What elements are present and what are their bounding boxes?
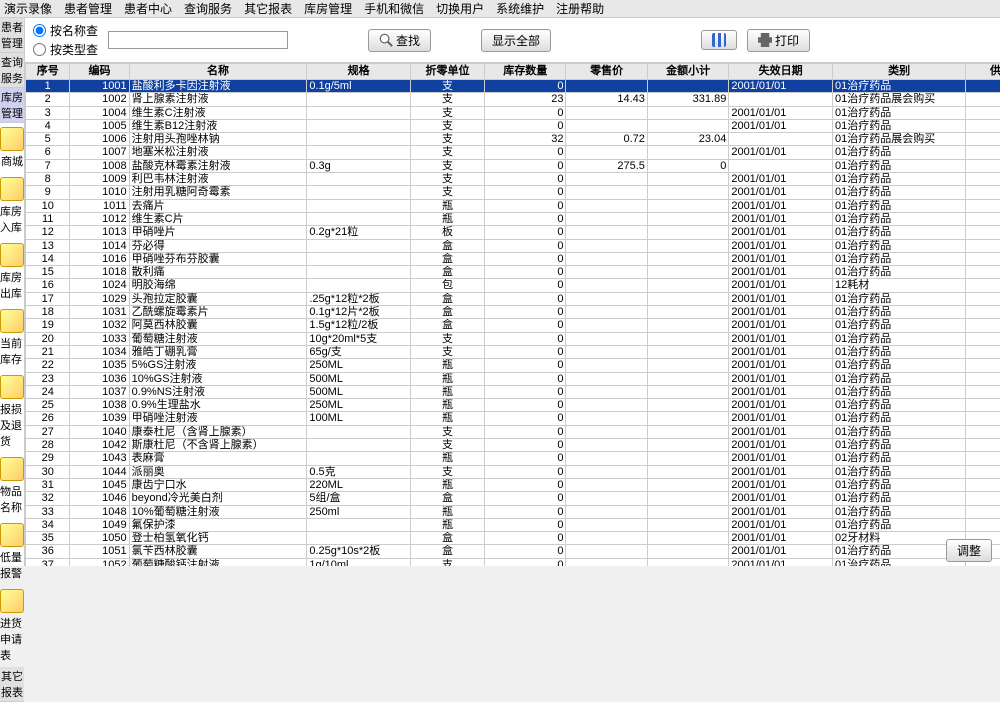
sidegroups: 患者管理查询服务库房管理 bbox=[0, 18, 24, 123]
table-row[interactable]: 151018散利痛盒02001/01/0101治疗药品1018散利痛盒 bbox=[26, 266, 1000, 279]
search-button[interactable]: 查找 bbox=[368, 29, 431, 52]
sidebar-item[interactable]: 进货申请表 bbox=[0, 585, 24, 667]
sidegroup[interactable]: 库房管理 bbox=[0, 88, 24, 123]
table-row[interactable]: 2210355%GS注射液250ML瓶02001/01/0101治疗药品1035… bbox=[26, 359, 1000, 372]
table-row[interactable]: 191032阿莫西林胶囊1.5g*12粒/2板盒02001/01/0101治疗药… bbox=[26, 319, 1000, 332]
table-row[interactable]: 121013甲硝唑片0.2g*21粒板02001/01/0101治疗药品1013… bbox=[26, 226, 1000, 239]
top-menu: 演示录像患者管理患者中心查询服务其它报表库房管理手机和微信切换用户系统维护注册帮… bbox=[0, 0, 1000, 18]
print-button[interactable]: 打印 bbox=[747, 29, 810, 52]
filter-bar: 按名称查 按类型查 查找 显示全部 打印 bbox=[25, 18, 1000, 63]
table-row[interactable]: 91010注射用乳糖阿奇霉素支02001/01/0101治疗药品1010注射用乳… bbox=[26, 186, 1000, 199]
sidebar-item[interactable]: 物品名称 bbox=[0, 453, 24, 519]
menu-item[interactable]: 系统维护 bbox=[496, 0, 544, 17]
table-row[interactable]: 71008盐酸克林霉素注射液0.3g支0275.5001治疗药品1008盐酸克林… bbox=[26, 159, 1000, 172]
table-row[interactable]: 81009利巴韦林注射液支02001/01/0101治疗药品1009利巴韦林注射… bbox=[26, 173, 1000, 186]
col-header[interactable]: 类别 bbox=[832, 64, 965, 80]
table-row[interactable]: 21002肾上腺素注射液支2314.43331.8901治疗药品展会购买1002… bbox=[26, 93, 1000, 106]
sidebar-icon bbox=[0, 375, 24, 399]
table-row[interactable]: 371052葡萄糖酸钙注射液1g/10ml支02001/01/0101治疗药品1… bbox=[26, 558, 1000, 566]
table-row[interactable]: 321046beyond冷光美白剂5组/盒盒02001/01/0101治疗药品1… bbox=[26, 492, 1000, 505]
sidebuttons: 商城库房入库库房出库当前库存报损及退货物品名称低量报警进货申请表 bbox=[0, 123, 24, 667]
table-row[interactable]: 211034雅皓丁硼乳膏65g/支支02001/01/0101治疗药品1034雅… bbox=[26, 345, 1000, 358]
col-header[interactable]: 规格 bbox=[307, 64, 411, 80]
wave-button[interactable] bbox=[701, 30, 737, 50]
sidegroups-bottom: 其它报表 bbox=[0, 667, 24, 702]
table-row[interactable]: 181031乙酰螺旋霉素片0.1g*12片*2板盒02001/01/0101治疗… bbox=[26, 306, 1000, 319]
sidebar-item[interactable]: 当前库存 bbox=[0, 305, 24, 371]
sidebar-item[interactable]: 报损及退货 bbox=[0, 371, 24, 453]
sidebar-icon bbox=[0, 457, 24, 481]
sidebar-icon bbox=[0, 177, 24, 201]
table-row[interactable]: 271040康泰杜尼（含肾上腺素）支02001/01/0101治疗药品1040康… bbox=[26, 425, 1000, 438]
col-header[interactable]: 名称 bbox=[129, 64, 307, 80]
menu-item[interactable]: 切换用户 bbox=[436, 0, 484, 17]
menu-item[interactable]: 患者中心 bbox=[124, 0, 172, 17]
sidegroup[interactable]: 患者管理 bbox=[0, 18, 24, 53]
show-all-button[interactable]: 显示全部 bbox=[481, 29, 551, 52]
table-row[interactable]: 2410370.9%NS注射液500ML瓶02001/01/0101治疗药品10… bbox=[26, 385, 1000, 398]
sidebar-item[interactable]: 库房出库 bbox=[0, 239, 24, 305]
table-row[interactable]: 111012维生素C片瓶02001/01/0101治疗药品1012维生素C片瓶 bbox=[26, 212, 1000, 225]
menu-item[interactable]: 演示录像 bbox=[4, 0, 52, 17]
col-header[interactable]: 失效日期 bbox=[729, 64, 833, 80]
table-row[interactable]: 141016甲硝唑芬布芬胶囊盒02001/01/0101治疗药品1016甲硝唑芬… bbox=[26, 252, 1000, 265]
sidebar-item[interactable]: 低量报警 bbox=[0, 519, 24, 585]
sidebar-icon bbox=[0, 309, 24, 333]
menu-item[interactable]: 手机和微信 bbox=[364, 0, 424, 17]
wave-icon bbox=[712, 33, 726, 47]
table-header-row: 序号编码名称规格折零单位库存数量零售价金额小计失效日期类别供应商备注自定编码名称… bbox=[26, 64, 1000, 80]
table-row[interactable]: 33104810%葡萄糖注射液250ml瓶02001/01/0101治疗药品10… bbox=[26, 505, 1000, 518]
inventory-table: 序号编码名称规格折零单位库存数量零售价金额小计失效日期类别供应商备注自定编码名称… bbox=[25, 63, 1000, 566]
sidebar-icon bbox=[0, 127, 24, 151]
print-icon bbox=[758, 33, 772, 47]
menu-item[interactable]: 患者管理 bbox=[64, 0, 112, 17]
filter-by-type[interactable]: 按类型查 bbox=[33, 41, 98, 58]
table-row[interactable]: 101011去痛片瓶02001/01/0101治疗药品1011去痛片瓶 bbox=[26, 199, 1000, 212]
menu-item[interactable]: 查询服务 bbox=[184, 0, 232, 17]
menu-item[interactable]: 注册帮助 bbox=[556, 0, 604, 17]
sidebar: 患者管理查询服务库房管理 商城库房入库库房出库当前库存报损及退货物品名称低量报警… bbox=[0, 18, 25, 566]
sidebar-icon bbox=[0, 243, 24, 267]
table-row[interactable]: 31004维生素C注射液支02001/01/0101治疗药品1004维生素C注射… bbox=[26, 106, 1000, 119]
sidebar-icon bbox=[0, 523, 24, 547]
adjust-button[interactable]: 调整 bbox=[946, 539, 992, 562]
col-header[interactable]: 库存数量 bbox=[485, 64, 566, 80]
table-row[interactable]: 311045康齿宁口水220ML瓶02001/01/0101治疗药品1045康齿… bbox=[26, 478, 1000, 491]
table-row[interactable]: 281042斯康杜尼（不含肾上腺素）支02001/01/0101治疗药品1042… bbox=[26, 439, 1000, 452]
table-row[interactable]: 61007地塞米松注射液支02001/01/0101治疗药品1007地塞米松注射… bbox=[26, 146, 1000, 159]
table-row[interactable]: 351050登士柏氢氧化钙盒02001/01/0102牙材料1050登士柏氢氧化… bbox=[26, 532, 1000, 545]
table-row[interactable]: 301044派丽奥0.5克支02001/01/0101治疗药品1044派丽奥0.… bbox=[26, 465, 1000, 478]
table-row[interactable]: 171029头孢拉定胶囊.25g*12粒*2板盒02001/01/0101治疗药… bbox=[26, 292, 1000, 305]
col-header[interactable]: 折零单位 bbox=[410, 64, 484, 80]
sidegroup[interactable]: 查询服务 bbox=[0, 53, 24, 88]
table-row[interactable]: 2510380.9%生理盐水250ML瓶02001/01/0101治疗药品103… bbox=[26, 399, 1000, 412]
table-row[interactable]: 261039甲硝唑注射液100ML瓶02001/01/0101治疗药品1039甲… bbox=[26, 412, 1000, 425]
sidebar-icon bbox=[0, 589, 24, 613]
table-row[interactable]: 291043表麻膏瓶02001/01/0101治疗药品1043表麻膏瓶 bbox=[26, 452, 1000, 465]
col-header[interactable]: 零售价 bbox=[566, 64, 647, 80]
table-row[interactable]: 23103610%GS注射液500ML瓶02001/01/0101治疗药品103… bbox=[26, 372, 1000, 385]
col-header[interactable]: 供应商 bbox=[966, 64, 1000, 80]
table-row[interactable]: 131014芬必得盒02001/01/0101治疗药品1014芬必得盒 bbox=[26, 239, 1000, 252]
table-row[interactable]: 41005维生素B12注射液支02001/01/0101治疗药品1005维生素B… bbox=[26, 119, 1000, 132]
sidegroup[interactable]: 其它报表 bbox=[0, 667, 24, 702]
table-row[interactable]: 11001盐酸利多卡因注射液0.1g/5ml支02001/01/0101治疗药品… bbox=[26, 80, 1000, 93]
col-header[interactable]: 金额小计 bbox=[647, 64, 728, 80]
sidebar-item[interactable]: 库房入库 bbox=[0, 173, 24, 239]
table-row[interactable]: 361051氯苄西林胶囊0.25g*10s*2板盒02001/01/0101治疗… bbox=[26, 545, 1000, 558]
table-row[interactable]: 341049氟保护漆瓶02001/01/0101治疗药品1049氟保护漆瓶 bbox=[26, 518, 1000, 531]
search-icon bbox=[379, 33, 393, 47]
table-row[interactable]: 201033葡萄糖注射液10g*20ml*5支支02001/01/0101治疗药… bbox=[26, 332, 1000, 345]
menu-item[interactable]: 其它报表 bbox=[244, 0, 292, 17]
table-row[interactable]: 161024明胶海绵包02001/01/0112耗材1024明胶海绵包 bbox=[26, 279, 1000, 292]
search-input[interactable] bbox=[108, 31, 288, 49]
table-row[interactable]: 51006注射用头孢唑林钠支320.7223.0401治疗药品展会购买1006注… bbox=[26, 133, 1000, 146]
sidebar-item[interactable]: 商城 bbox=[0, 123, 24, 173]
table-body: 11001盐酸利多卡因注射液0.1g/5ml支02001/01/0101治疗药品… bbox=[26, 80, 1000, 567]
filter-by-name[interactable]: 按名称查 bbox=[33, 22, 98, 39]
menu-item[interactable]: 库房管理 bbox=[304, 0, 352, 17]
col-header[interactable]: 序号 bbox=[26, 64, 70, 80]
col-header[interactable]: 编码 bbox=[70, 64, 129, 80]
